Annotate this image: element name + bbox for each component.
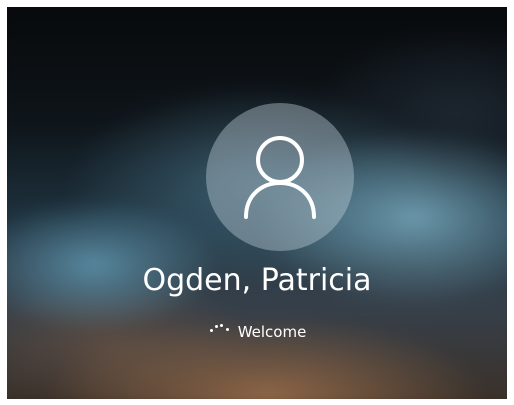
user-avatar [206, 103, 354, 251]
sign-in-screen: Ogden, Patricia Welcome [7, 7, 507, 399]
user-silhouette-icon [244, 136, 316, 219]
status-text: Welcome [237, 323, 307, 341]
status-line: Welcome [7, 323, 507, 341]
user-name: Ogden, Patricia [142, 263, 372, 298]
loading-dots-icon [208, 323, 230, 335]
